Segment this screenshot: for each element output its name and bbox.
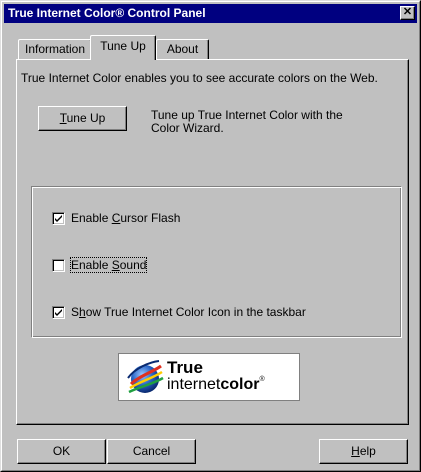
- control-panel-window: True Internet Color® Control Panel ✕ Inf…: [0, 0, 421, 472]
- taskbar-icon-checkbox[interactable]: [52, 305, 65, 319]
- true-internet-color-logo: True internetcolor®: [118, 353, 300, 401]
- cursor-flash-label: Enable Cursor Flash: [71, 211, 181, 225]
- logo-true-text: True: [167, 358, 203, 377]
- close-button[interactable]: ✕: [400, 6, 415, 20]
- sound-label: Enable Sound: [69, 257, 148, 273]
- title-bar[interactable]: True Internet Color® Control Panel ✕: [4, 4, 417, 23]
- cursor-flash-checkbox[interactable]: [52, 211, 65, 225]
- sound-checkbox[interactable]: [52, 258, 65, 272]
- tab-information[interactable]: Information: [18, 39, 92, 59]
- checkmark-icon: [55, 308, 62, 316]
- option-taskbar-icon[interactable]: Show True Internet Color Icon in the tas…: [52, 304, 306, 320]
- checkmark-icon: [55, 214, 62, 222]
- tab-tune-up[interactable]: Tune Up: [90, 35, 156, 60]
- tune-up-button[interactable]: Tune Up: [38, 106, 127, 131]
- close-icon: ✕: [402, 6, 413, 18]
- tab-about[interactable]: About: [156, 39, 209, 59]
- option-cursor-flash[interactable]: Enable Cursor Flash: [52, 210, 180, 226]
- tab-tune-up-label: Tune Up: [100, 39, 146, 53]
- tune-up-description: Tune up True Internet Color with the Col…: [151, 108, 343, 135]
- window-title: True Internet Color® Control Panel: [8, 6, 206, 20]
- tab-information-label: Information: [24, 42, 86, 56]
- help-button[interactable]: Help: [319, 439, 408, 464]
- ok-button[interactable]: OK: [17, 439, 106, 464]
- logo-internetcolor-text: internetcolor®: [167, 376, 265, 393]
- intro-text: True Internet Color enables you to see a…: [21, 71, 378, 85]
- tab-about-label: About: [166, 42, 199, 56]
- globe-icon: [127, 360, 164, 394]
- taskbar-icon-label: Show True Internet Color Icon in the tas…: [71, 305, 306, 319]
- option-sound[interactable]: Enable Sound: [52, 257, 148, 273]
- cancel-button[interactable]: Cancel: [107, 439, 196, 464]
